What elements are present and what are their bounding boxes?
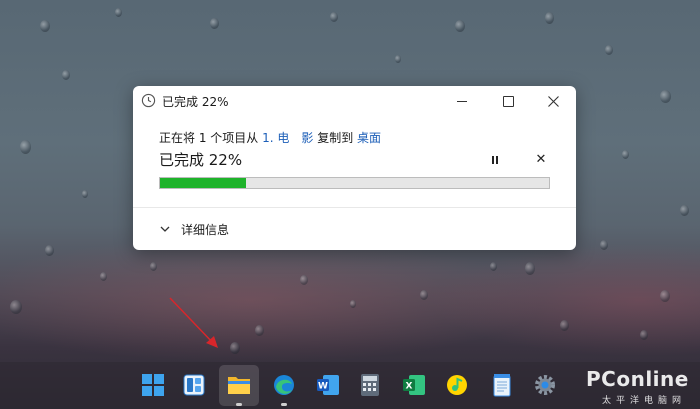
raindrop [20,140,31,154]
raindrop [45,245,54,256]
raindrop [330,12,338,22]
qq-music-icon[interactable] [443,371,471,399]
maximize-button[interactable] [485,86,531,116]
cancel-button[interactable]: ✕ [532,151,550,169]
maximize-icon [502,95,514,107]
raindrop [115,8,122,17]
file-explorer-icon[interactable] [225,371,253,399]
raindrop [622,150,629,159]
copy-prefix-text: 正在将 1 个项目从 [159,131,259,145]
watermark-brand: PConline [586,367,689,391]
notepad-icon[interactable] [488,371,516,399]
settings-icon[interactable] [531,371,559,399]
watermark-tagline: 太平洋电脑网 [602,396,687,406]
chevron-down-icon [160,226,170,232]
copy-description: 正在将 1 个项目从 1. 电 影 复制到 桌面 [159,129,381,146]
raindrop [150,262,157,271]
edge-browser-icon[interactable] [270,371,298,399]
clock-icon [141,93,156,108]
raindrop [300,275,308,285]
raindrop [210,18,219,29]
raindrop [62,70,70,80]
pause-button[interactable] [486,151,504,169]
raindrop [10,300,22,314]
raindrop [660,290,670,302]
raindrop [525,262,535,275]
word-icon[interactable]: W [314,371,342,399]
progress-status: 已完成 22% [159,151,243,169]
raindrop [395,55,401,63]
pointer-arrow-icon [169,297,218,348]
minimize-icon [457,100,467,102]
svg-text:W: W [318,382,328,392]
windows-start-icon[interactable] [139,371,167,399]
raindrop [660,90,671,103]
running-indicator [236,403,242,406]
raindrop [640,330,648,340]
close-icon [547,95,559,107]
raindrop [545,12,554,24]
svg-text:X: X [406,382,413,392]
minimize-button[interactable] [439,86,485,116]
widgets-icon[interactable] [180,371,208,399]
progress-bar [159,177,550,189]
raindrop [100,272,107,281]
raindrop [605,45,613,55]
raindrop [600,240,608,250]
raindrop [455,20,465,32]
raindrop [82,190,88,198]
close-button[interactable] [530,86,576,116]
window-title: 已完成 22% [162,95,229,109]
pause-icon [492,156,494,164]
title-bar[interactable]: 已完成 22% [133,86,576,116]
raindrop [560,320,569,331]
raindrop [420,290,428,300]
excel-icon[interactable]: X [400,371,428,399]
divider [133,207,576,208]
destination-folder-link[interactable]: 桌面 [357,131,381,145]
raindrop [490,262,497,271]
raindrop [350,300,356,308]
raindrop [40,20,50,32]
copy-progress-dialog: 已完成 22% 正在将 1 个项目从 1. 电 影 复制到 桌面 已完成 22%… [133,86,576,250]
calculator-icon[interactable] [356,371,384,399]
running-indicator [281,403,287,406]
raindrop [255,325,264,336]
copy-verb-text: 复制到 [317,131,354,145]
progress-fill [160,178,246,188]
raindrop [680,205,689,216]
more-details-toggle[interactable]: 详细信息 [159,220,229,238]
source-folder-link[interactable]: 1. 电 影 [262,131,313,145]
raindrop [230,342,240,354]
details-label: 详细信息 [181,222,230,237]
